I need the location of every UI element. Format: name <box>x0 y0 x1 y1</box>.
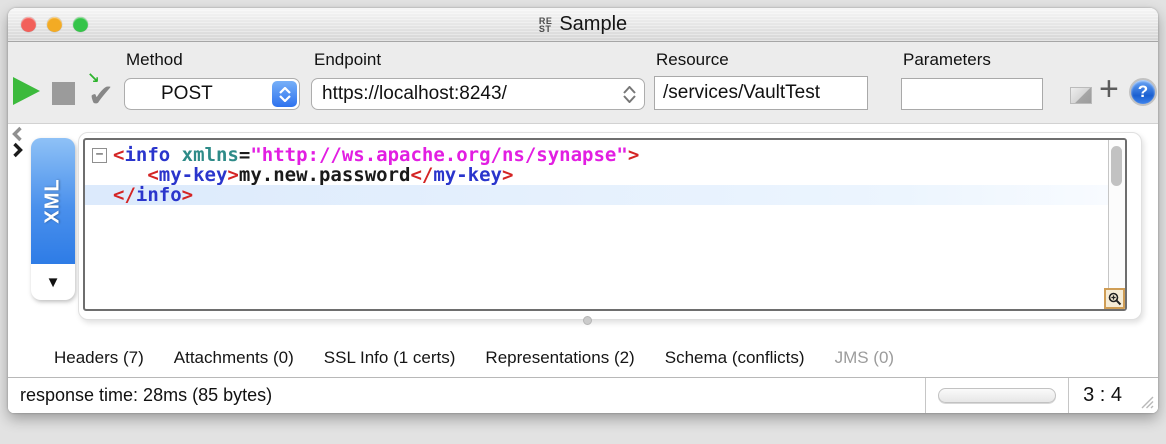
status-right-group: 3 : 4 <box>925 378 1158 413</box>
window-controls <box>21 17 88 32</box>
body-type-tab-xml[interactable]: XML ▼ <box>31 138 75 300</box>
stop-request-icon[interactable] <box>52 82 75 105</box>
resource-input[interactable] <box>654 76 868 110</box>
progress-wrap <box>926 388 1068 403</box>
add-parameter-icon[interactable]: + <box>1099 72 1119 106</box>
body-menu-arrow-icon[interactable]: ▼ <box>31 264 75 300</box>
endpoint-value: https://localhost:8243/ <box>312 83 507 105</box>
filter-parameters-icon[interactable] <box>1070 87 1092 104</box>
code-area[interactable]: <info xmlns="http://ws.apache.org/ns/syn… <box>85 140 1108 309</box>
request-response-ratio: 3 : 4 <box>1069 384 1136 407</box>
method-stepper-icon[interactable] <box>272 81 297 107</box>
app-window: RE ST Sample ✔ ↘ Method POST Endpoint ht… <box>8 8 1158 413</box>
chevron-left-icon[interactable] <box>10 126 25 142</box>
splitter-collapse-controls <box>10 126 25 158</box>
xml-tab[interactable]: XML <box>31 138 75 264</box>
method-value: POST <box>125 83 213 105</box>
rest-app-icon: RE ST <box>539 17 553 33</box>
tab-schema[interactable]: Schema (conflicts) <box>665 348 805 368</box>
editor-scrollbar[interactable] <box>1108 140 1125 309</box>
arrow-down-right-icon: ↘ <box>87 69 100 87</box>
close-window-button[interactable] <box>21 17 36 32</box>
rest-icon-line2: ST <box>539 25 553 33</box>
magnify-editor-icon[interactable] <box>1104 288 1125 309</box>
code-fold-toggle-icon[interactable]: − <box>92 148 107 163</box>
title-group: RE ST Sample <box>539 13 627 36</box>
tab-jms[interactable]: JMS (0) <box>835 348 895 368</box>
resource-label: Resource <box>656 50 729 70</box>
resize-grip[interactable] <box>1136 378 1158 413</box>
main-content: XML ▼ − <info xmlns="http://ws.apache.or… <box>8 124 1158 413</box>
minimize-window-button[interactable] <box>47 17 62 32</box>
chevron-right-icon[interactable] <box>10 142 25 158</box>
endpoint-combobox[interactable]: https://localhost:8243/ <box>311 78 645 110</box>
progress-bar <box>938 388 1056 403</box>
splitter-handle[interactable] <box>583 316 592 325</box>
tab-headers[interactable]: Headers (7) <box>54 348 144 368</box>
scrollbar-thumb[interactable] <box>1111 146 1122 186</box>
tab-representations[interactable]: Representations (2) <box>485 348 634 368</box>
title-bar: RE ST Sample <box>8 8 1158 42</box>
validate-request-icon[interactable]: ✔ ↘ <box>86 70 122 110</box>
help-icon[interactable]: ? <box>1129 78 1157 106</box>
endpoint-label: Endpoint <box>314 50 381 70</box>
bottom-tabs: Headers (7) Attachments (0) SSL Info (1 ce… <box>8 339 1158 377</box>
parameters-label: Parameters <box>903 50 991 70</box>
tab-attachments[interactable]: Attachments (0) <box>174 348 294 368</box>
tab-ssl[interactable]: SSL Info (1 certs) <box>324 348 456 368</box>
zoom-window-button[interactable] <box>73 17 88 32</box>
method-label: Method <box>126 50 183 70</box>
window-title: Sample <box>559 13 627 36</box>
xml-editor: − <info xmlns="http://ws.apache.org/ns/s… <box>83 138 1127 311</box>
code-line[interactable]: <info xmlns="http://ws.apache.org/ns/syn… <box>85 145 1108 165</box>
run-request-icon[interactable] <box>13 77 40 105</box>
request-body-panel: − <info xmlns="http://ws.apache.org/ns/s… <box>78 132 1142 320</box>
request-toolbar: ✔ ↘ Method POST Endpoint https://localho… <box>8 42 1158 124</box>
method-select[interactable]: POST <box>124 78 300 110</box>
endpoint-stepper-icon[interactable] <box>620 79 638 109</box>
parameters-input[interactable] <box>901 78 1043 110</box>
response-time-status: response time: 28ms (85 bytes) <box>8 385 272 406</box>
code-line[interactable]: <my-key>my.new.password</my-key> <box>85 165 1108 185</box>
xml-tab-label: XML <box>42 178 65 223</box>
status-bar: response time: 28ms (85 bytes) 3 : 4 <box>8 377 1158 413</box>
code-line[interactable]: </info> <box>85 185 1108 205</box>
